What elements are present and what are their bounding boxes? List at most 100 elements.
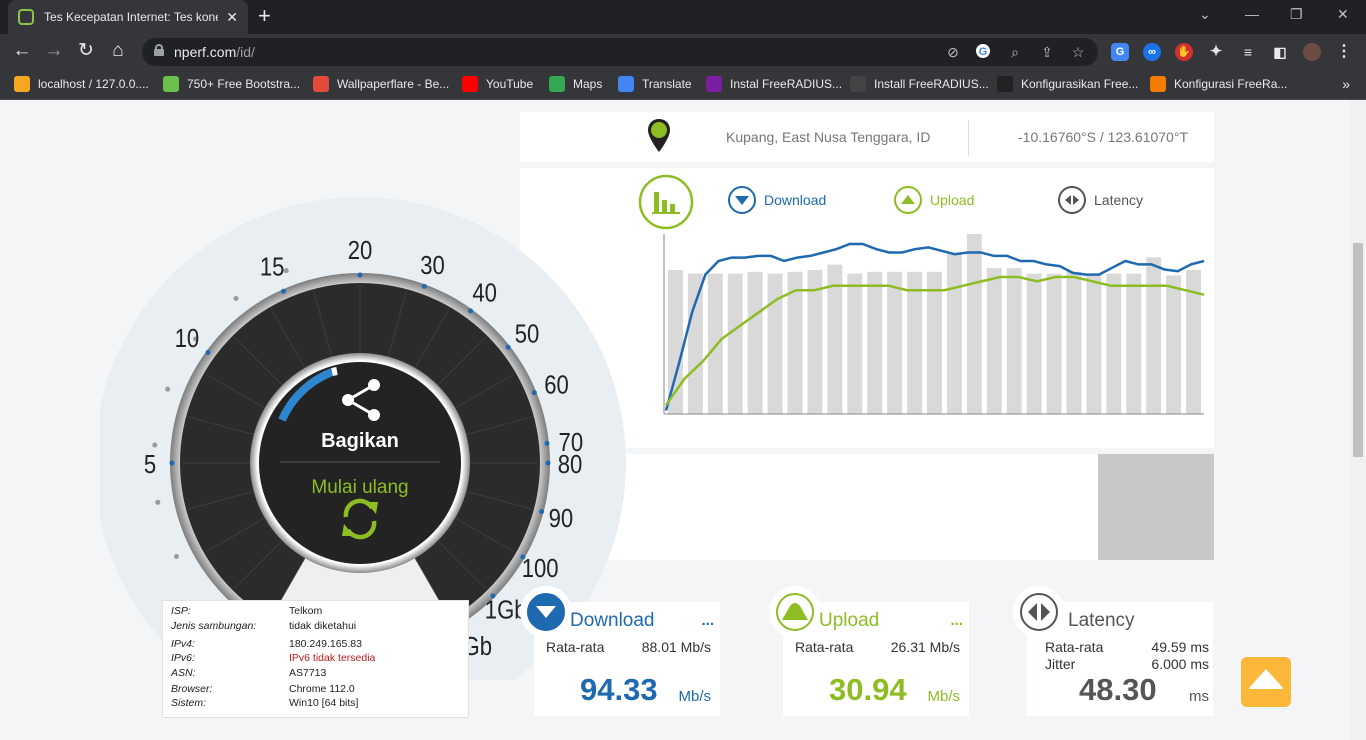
scrollbar-track[interactable] <box>1350 100 1366 740</box>
gauge-tick-mark <box>545 460 551 466</box>
gauge-scale-label: 10 <box>175 325 200 354</box>
extensions-puzzle-icon[interactable]: ✦ <box>1207 43 1225 61</box>
bookmark-item[interactable]: YouTube <box>462 76 533 92</box>
infinity-extension-icon[interactable]: ∞ <box>1143 43 1161 61</box>
browser-tab[interactable]: Tes Kecepatan Internet: Tes konel ✕ <box>8 0 248 34</box>
scroll-to-top-button[interactable] <box>1241 657 1291 707</box>
latency-title: Latency <box>1068 610 1135 631</box>
bookmark-item[interactable]: Wallpaperflare - Be... <box>313 76 449 92</box>
share-icon[interactable]: ⇪ <box>1038 43 1056 61</box>
media-control-icon[interactable]: ≡ <box>1239 43 1257 61</box>
bookmark-item[interactable]: Install FreeRADIUS... <box>850 76 989 92</box>
bookmarks-overflow-icon[interactable]: » <box>1342 76 1350 92</box>
bookmark-favicon-icon <box>462 76 478 92</box>
lock-icon[interactable] <box>154 44 164 56</box>
tab-search-icon[interactable]: ⌄ <box>1199 6 1211 23</box>
chart-bar <box>1046 273 1062 414</box>
bookmark-item[interactable]: Konfigurasi FreeRa... <box>1150 76 1287 92</box>
svg-text:G: G <box>979 46 988 58</box>
close-window-icon[interactable]: ✕ <box>1337 6 1349 23</box>
info-value: tidak diketahui <box>289 620 357 632</box>
location-blocked-icon[interactable]: ⊘ <box>944 43 962 61</box>
gauge-scale-label: 60 <box>544 371 569 400</box>
info-value: IPv6 tidak tersedia <box>289 652 376 664</box>
info-value: Win10 [64 bits] <box>289 697 359 709</box>
info-key: IPv4: <box>171 638 195 650</box>
gauge-scale-label: 15 <box>260 253 285 282</box>
restore-icon[interactable]: ❐ <box>1290 6 1303 23</box>
latency-avg-label: Rata-rata <box>1045 639 1104 655</box>
legend-upload[interactable]: Upload <box>894 186 974 214</box>
translate-extension-icon[interactable]: G <box>1111 43 1129 61</box>
side-panel-icon[interactable]: ◧ <box>1271 43 1289 61</box>
latency-value: 48.30 <box>1079 672 1157 707</box>
google-lens-icon[interactable]: G <box>974 43 992 61</box>
forward-icon[interactable]: → <box>43 41 65 61</box>
download-avg-value: 88.01 Mb/s <box>641 639 711 655</box>
gauge-tick-mark <box>544 440 550 446</box>
chart-bar <box>1026 273 1042 414</box>
connection-info-card: ISP: Telkom Jenis sambungan: tidak diketahu… <box>162 600 469 718</box>
gauge-scale-label: 80 <box>558 450 583 479</box>
bookmark-label: Maps <box>573 77 603 91</box>
chart-icon[interactable] <box>638 174 694 230</box>
home-icon[interactable]: ⌂ <box>107 41 129 61</box>
bookmark-favicon-icon <box>706 76 722 92</box>
tab-close-icon[interactable]: ✕ <box>226 9 238 26</box>
gauge-tick-mark <box>539 509 545 515</box>
address-bar[interactable]: nperf.com/id/ ⊘ G ⌕ ⇪ ☆ <box>142 38 1098 66</box>
chart-bar <box>767 273 783 414</box>
chart-bar <box>747 271 763 414</box>
bookmark-item[interactable]: Maps <box>549 76 602 92</box>
bookmark-item[interactable]: Instal FreeRADIUS... <box>706 76 842 92</box>
info-value: AS7713 <box>289 667 327 679</box>
reload-icon[interactable]: ↻ <box>75 41 97 61</box>
download-result-badge <box>520 586 572 638</box>
share-button-label[interactable]: Bagikan <box>321 430 399 452</box>
gauge-scale-label: 40 <box>472 279 497 308</box>
chart-bar <box>986 268 1002 414</box>
gauge-tick-mark <box>169 460 175 466</box>
gauge-tick-mark <box>531 390 537 396</box>
chart-bar <box>1126 273 1142 414</box>
minimize-icon[interactable]: — <box>1245 6 1259 22</box>
scrollbar-thumb[interactable] <box>1353 243 1363 457</box>
gauge-tick-mark <box>357 272 363 278</box>
back-icon[interactable]: ← <box>11 41 33 61</box>
location-city: Kupang, East Nusa Tenggara, ID <box>726 129 931 145</box>
download-speed-unit: Mb/s <box>678 688 711 705</box>
gauge-scale-label: 100 <box>522 554 559 583</box>
upload-more-icon[interactable]: ... <box>950 612 963 629</box>
legend-latency[interactable]: Latency <box>1058 186 1143 214</box>
speed-chart <box>663 234 1205 415</box>
bookmark-star-icon[interactable]: ☆ <box>1069 43 1087 61</box>
info-key: Browser: <box>171 683 213 695</box>
new-tab-icon[interactable]: + <box>258 5 271 27</box>
download-more-icon[interactable]: ... <box>701 612 714 629</box>
bookmark-favicon-icon <box>313 76 329 92</box>
zoom-icon[interactable]: ⌕ <box>1006 43 1024 61</box>
adblock-extension-icon[interactable]: ✋ <box>1175 43 1193 61</box>
bookmark-item[interactable]: 750+ Free Bootstra... <box>163 76 300 92</box>
info-value: Telkom <box>289 605 323 617</box>
restart-button-label[interactable]: Mulai ulang <box>311 477 408 498</box>
nperf-page: Kupang, East Nusa Tenggara, ID -10.16760… <box>0 100 1366 740</box>
menu-kebab-icon[interactable]: ⋮ <box>1335 43 1353 61</box>
bookmark-item[interactable]: Translate <box>618 76 692 92</box>
profile-avatar[interactable] <box>1303 43 1321 61</box>
bookmark-favicon-icon <box>14 76 30 92</box>
gauge-scale-label: 20 <box>348 236 373 265</box>
latency-result-card: Latency Rata-rata 49.59 ms Jitter 6.000 … <box>1013 586 1213 716</box>
bookmark-item[interactable]: Konfigurasikan Free... <box>997 76 1138 92</box>
bookmark-favicon-icon <box>850 76 866 92</box>
upload-arrow-icon <box>894 186 922 214</box>
bookmark-item[interactable]: localhost / 127.0.0.... <box>14 76 149 92</box>
info-key: ASN: <box>171 667 196 679</box>
legend-download[interactable]: Download <box>728 186 826 214</box>
download-arrow-icon <box>536 606 556 618</box>
chart-bar <box>907 271 923 414</box>
chart-bar <box>707 273 723 414</box>
gauge-dot <box>155 499 161 505</box>
gauge-scale-label: 50 <box>515 320 540 349</box>
bookmark-favicon-icon <box>997 76 1013 92</box>
